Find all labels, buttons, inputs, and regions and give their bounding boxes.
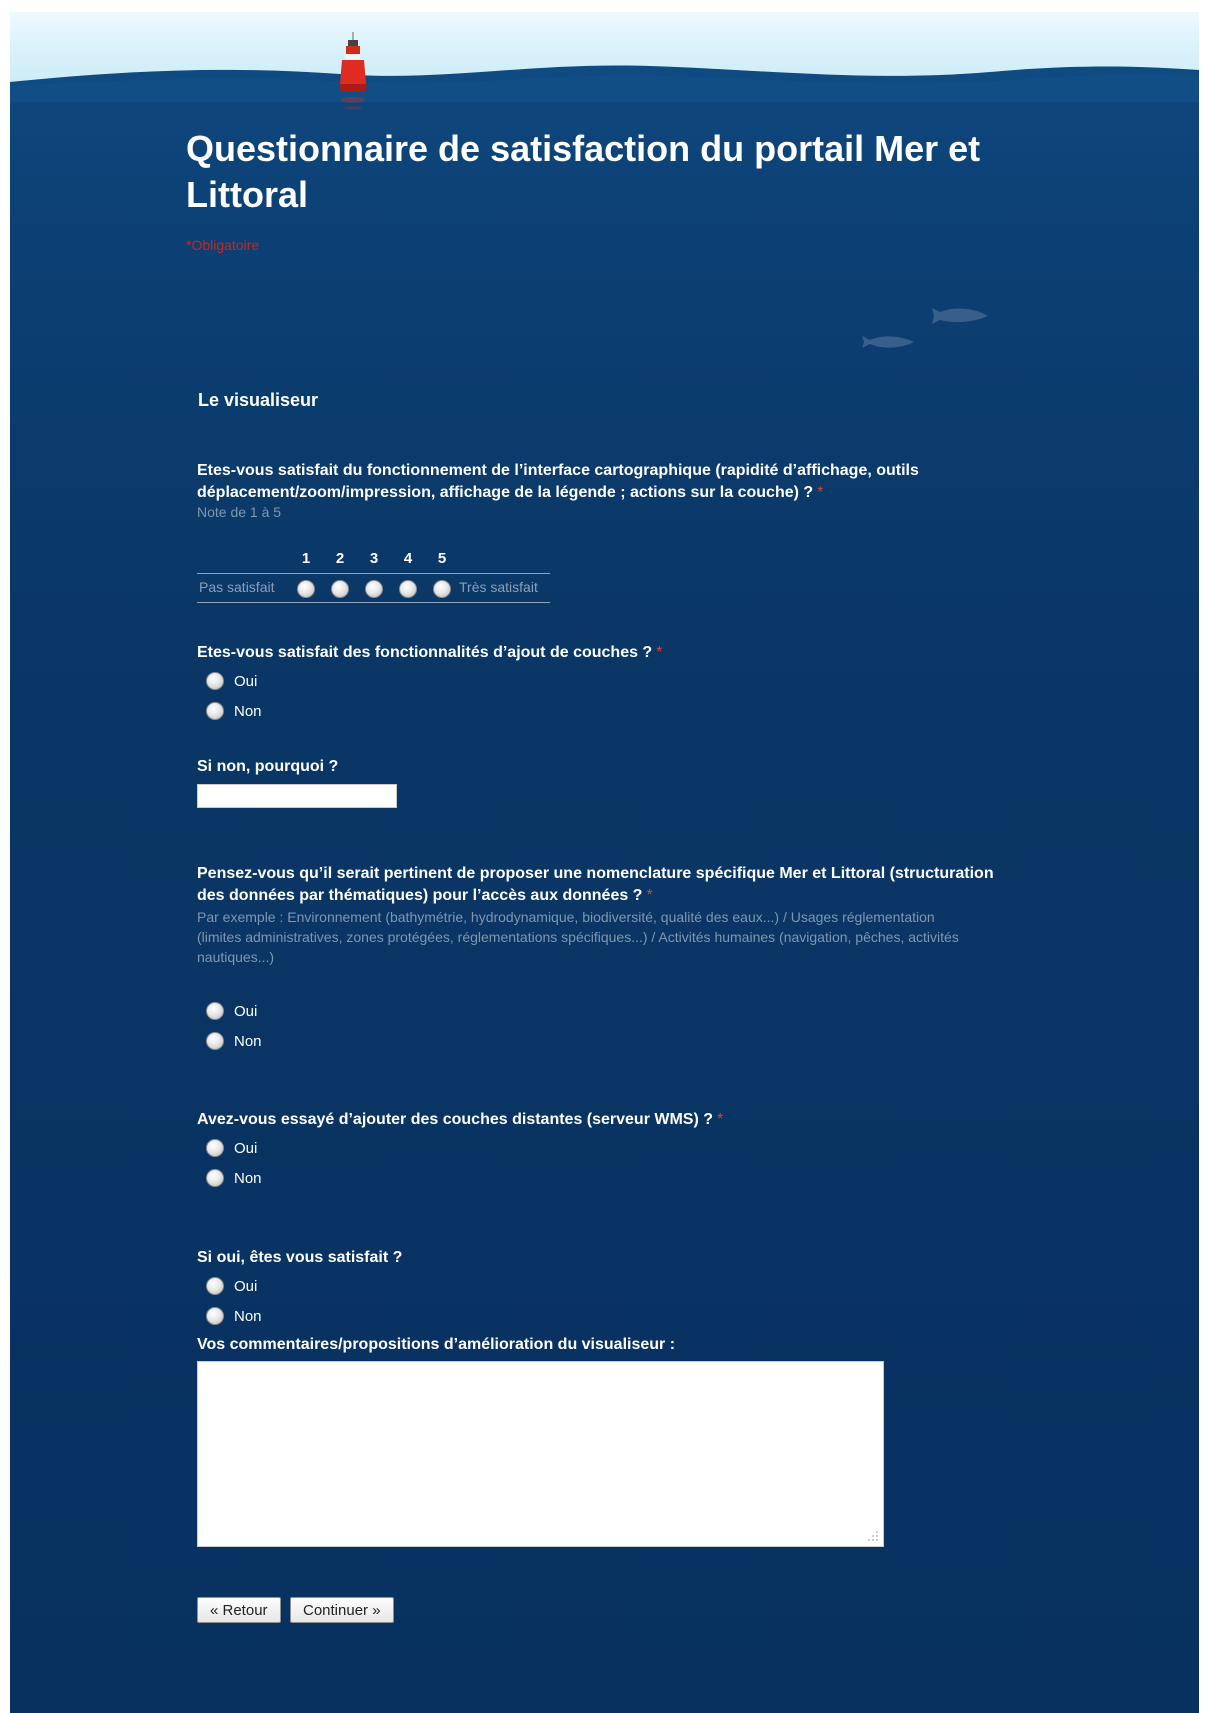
scale-radio-2[interactable] — [331, 580, 349, 598]
question-help: Par exemple : Environnement (bathymétrie… — [197, 909, 959, 965]
scale-value-2: 2 — [335, 550, 345, 567]
radio-button[interactable] — [206, 1277, 224, 1295]
form-page: Questionnaire de satisfaction du portail… — [10, 12, 1199, 1713]
question-add-layers: Etes-vous satisfait des fonctionnalités … — [197, 644, 663, 661]
radio-button[interactable] — [206, 672, 224, 690]
radio-button[interactable] — [206, 1139, 224, 1157]
option-oui[interactable]: Oui — [206, 670, 257, 692]
option-oui[interactable]: Oui — [206, 1275, 257, 1297]
scale-radio-5[interactable] — [433, 580, 451, 598]
scale-divider — [197, 602, 550, 603]
radio-button[interactable] — [206, 702, 224, 720]
scale-value-1: 1 — [301, 550, 311, 567]
scale-radio-4[interactable] — [399, 580, 417, 598]
radio-button[interactable] — [206, 1032, 224, 1050]
scale-value-3: 3 — [369, 550, 379, 567]
question-interface-satisfaction: Etes-vous satisfait du fonctionnement de… — [197, 462, 919, 501]
question-nomenclature: Pensez-vous qu’il serait pertinent de pr… — [197, 865, 994, 904]
option-oui[interactable]: Oui — [206, 1137, 257, 1159]
comments-textarea[interactable] — [197, 1361, 884, 1547]
scale-radio-1[interactable] — [297, 580, 315, 598]
scale-value-5: 5 — [437, 550, 447, 567]
question-comments: Vos commentaires/propositions d’améliora… — [197, 1336, 676, 1353]
radio-button[interactable] — [206, 1169, 224, 1187]
option-non[interactable]: Non — [206, 1305, 262, 1327]
back-button[interactable]: « Retour — [197, 1597, 281, 1623]
resize-grip-icon[interactable] — [866, 1529, 880, 1543]
section-title: Le visualiseur — [198, 390, 319, 410]
option-non[interactable]: Non — [206, 1167, 262, 1189]
radio-button[interactable] — [206, 1002, 224, 1020]
why-not-input[interactable] — [197, 784, 397, 808]
required-note: *Obligatoire — [186, 237, 260, 253]
continue-button[interactable]: Continuer » — [290, 1597, 394, 1623]
option-oui[interactable]: Oui — [206, 1000, 257, 1022]
question-if-no-why: Si non, pourquoi ? — [197, 758, 339, 775]
question-wms-layers: Avez-vous essayé d’ajouter des couches d… — [197, 1111, 724, 1128]
required-marker: * — [646, 887, 653, 904]
question-if-yes-satisfied: Si oui, êtes vous satisfait ? — [197, 1249, 403, 1266]
scale-value-4: 4 — [403, 550, 413, 567]
scale-radio-3[interactable] — [365, 580, 383, 598]
option-non[interactable]: Non — [206, 1030, 262, 1052]
scale-max-label: Très satisfait — [459, 579, 538, 595]
option-non[interactable]: Non — [206, 700, 262, 722]
rating-scale: 1 2 3 4 5 Pas satisfait Très satisfait — [197, 550, 550, 610]
required-marker: * — [656, 644, 663, 661]
required-marker: * — [817, 484, 824, 501]
radio-button[interactable] — [206, 1307, 224, 1325]
page-title: Questionnaire de satisfaction du portail… — [186, 128, 981, 215]
required-marker: * — [717, 1111, 724, 1128]
scale-min-label: Pas satisfait — [199, 579, 275, 595]
question-help: Note de 1 à 5 — [197, 504, 282, 520]
scale-divider — [197, 573, 550, 574]
